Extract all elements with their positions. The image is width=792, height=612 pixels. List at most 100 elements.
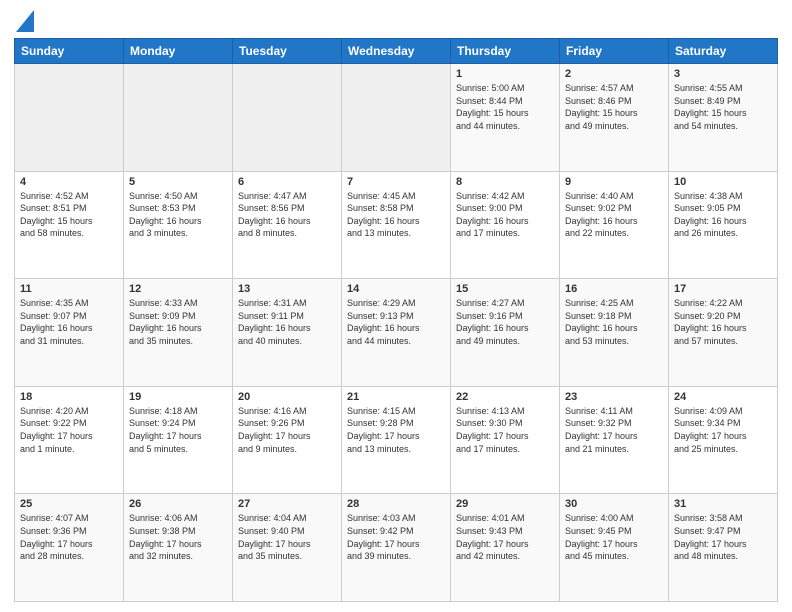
calendar-cell: 16 Sunrise: 4:25 AM Sunset: 9:18 PM Dayli…	[560, 279, 669, 387]
calendar-cell: 26 Sunrise: 4:06 AM Sunset: 9:38 PM Dayli…	[124, 494, 233, 602]
day-info: Sunrise: 4:40 AM Sunset: 9:02 PM Dayligh…	[565, 190, 663, 240]
day-number: 20	[238, 391, 336, 403]
day-number: 11	[20, 283, 118, 295]
day-number: 18	[20, 391, 118, 403]
day-info: Sunrise: 4:22 AM Sunset: 9:20 PM Dayligh…	[674, 297, 772, 347]
calendar-cell: 11 Sunrise: 4:35 AM Sunset: 9:07 PM Dayli…	[15, 279, 124, 387]
day-info: Sunrise: 4:29 AM Sunset: 9:13 PM Dayligh…	[347, 297, 445, 347]
day-info: Sunrise: 4:20 AM Sunset: 9:22 PM Dayligh…	[20, 405, 118, 455]
calendar-cell: 5 Sunrise: 4:50 AM Sunset: 8:53 PM Daylig…	[124, 171, 233, 279]
logo	[14, 10, 34, 32]
day-number: 7	[347, 176, 445, 188]
day-info: Sunrise: 4:52 AM Sunset: 8:51 PM Dayligh…	[20, 190, 118, 240]
header-saturday: Saturday	[669, 39, 778, 64]
calendar-cell: 13 Sunrise: 4:31 AM Sunset: 9:11 PM Dayli…	[233, 279, 342, 387]
calendar-cell: 2 Sunrise: 4:57 AM Sunset: 8:46 PM Daylig…	[560, 64, 669, 172]
day-number: 17	[674, 283, 772, 295]
day-info: Sunrise: 4:47 AM Sunset: 8:56 PM Dayligh…	[238, 190, 336, 240]
calendar-table: SundayMondayTuesdayWednesdayThursdayFrid…	[14, 38, 778, 602]
calendar-cell: 9Sunrise: 4:40 AM Sunset: 9:02 PM Daylig…	[560, 171, 669, 279]
calendar-cell: 20 Sunrise: 4:16 AM Sunset: 9:26 PM Dayli…	[233, 386, 342, 494]
day-number: 6	[238, 176, 336, 188]
day-number: 1	[456, 68, 554, 80]
calendar-cell: 12 Sunrise: 4:33 AM Sunset: 9:09 PM Dayli…	[124, 279, 233, 387]
calendar-cell: 30Sunrise: 4:00 AM Sunset: 9:45 PM Dayli…	[560, 494, 669, 602]
calendar-cell: 3 Sunrise: 4:55 AM Sunset: 8:49 PM Daylig…	[669, 64, 778, 172]
calendar-cell: 6 Sunrise: 4:47 AM Sunset: 8:56 PM Daylig…	[233, 171, 342, 279]
day-number: 10	[674, 176, 772, 188]
logo-top	[14, 10, 34, 32]
day-number: 31	[674, 498, 772, 510]
calendar-cell: 31Sunrise: 3:58 AM Sunset: 9:47 PM Dayli…	[669, 494, 778, 602]
day-info: Sunrise: 4:11 AM Sunset: 9:32 PM Dayligh…	[565, 405, 663, 455]
week-row-1: 1 Sunrise: 5:00 AM Sunset: 8:44 PM Daylig…	[15, 64, 778, 172]
day-number: 24	[674, 391, 772, 403]
day-number: 16	[565, 283, 663, 295]
week-row-2: 4 Sunrise: 4:52 AM Sunset: 8:51 PM Daylig…	[15, 171, 778, 279]
calendar-header-row: SundayMondayTuesdayWednesdayThursdayFrid…	[15, 39, 778, 64]
calendar-cell: 4 Sunrise: 4:52 AM Sunset: 8:51 PM Daylig…	[15, 171, 124, 279]
header-friday: Friday	[560, 39, 669, 64]
calendar-cell: 23 Sunrise: 4:11 AM Sunset: 9:32 PM Dayli…	[560, 386, 669, 494]
calendar-cell	[233, 64, 342, 172]
day-number: 3	[674, 68, 772, 80]
day-info: Sunrise: 4:01 AM Sunset: 9:43 PM Dayligh…	[456, 512, 554, 562]
header-wednesday: Wednesday	[342, 39, 451, 64]
day-number: 12	[129, 283, 227, 295]
calendar-cell: 7 Sunrise: 4:45 AM Sunset: 8:58 PM Daylig…	[342, 171, 451, 279]
header-monday: Monday	[124, 39, 233, 64]
day-info: Sunrise: 4:50 AM Sunset: 8:53 PM Dayligh…	[129, 190, 227, 240]
day-number: 30	[565, 498, 663, 510]
calendar-cell: 10 Sunrise: 4:38 AM Sunset: 9:05 PM Dayli…	[669, 171, 778, 279]
day-number: 14	[347, 283, 445, 295]
logo-wrapper	[14, 10, 34, 32]
day-info: Sunrise: 4:33 AM Sunset: 9:09 PM Dayligh…	[129, 297, 227, 347]
day-number: 8	[456, 176, 554, 188]
calendar-cell: 14 Sunrise: 4:29 AM Sunset: 9:13 PM Dayli…	[342, 279, 451, 387]
day-number: 21	[347, 391, 445, 403]
day-info: Sunrise: 4:13 AM Sunset: 9:30 PM Dayligh…	[456, 405, 554, 455]
header	[14, 10, 778, 32]
day-info: Sunrise: 4:57 AM Sunset: 8:46 PM Dayligh…	[565, 82, 663, 132]
day-number: 2	[565, 68, 663, 80]
day-number: 23	[565, 391, 663, 403]
calendar-cell: 27 Sunrise: 4:04 AM Sunset: 9:40 PM Dayli…	[233, 494, 342, 602]
day-info: Sunrise: 4:09 AM Sunset: 9:34 PM Dayligh…	[674, 405, 772, 455]
day-number: 27	[238, 498, 336, 510]
day-info: Sunrise: 4:35 AM Sunset: 9:07 PM Dayligh…	[20, 297, 118, 347]
week-row-3: 11 Sunrise: 4:35 AM Sunset: 9:07 PM Dayli…	[15, 279, 778, 387]
calendar-cell: 17 Sunrise: 4:22 AM Sunset: 9:20 PM Dayli…	[669, 279, 778, 387]
day-info: Sunrise: 4:45 AM Sunset: 8:58 PM Dayligh…	[347, 190, 445, 240]
day-info: Sunrise: 4:04 AM Sunset: 9:40 PM Dayligh…	[238, 512, 336, 562]
day-info: Sunrise: 4:25 AM Sunset: 9:18 PM Dayligh…	[565, 297, 663, 347]
calendar-cell: 28 Sunrise: 4:03 AM Sunset: 9:42 PM Dayli…	[342, 494, 451, 602]
day-info: Sunrise: 4:15 AM Sunset: 9:28 PM Dayligh…	[347, 405, 445, 455]
day-number: 19	[129, 391, 227, 403]
page: SundayMondayTuesdayWednesdayThursdayFrid…	[0, 0, 792, 612]
calendar-cell	[342, 64, 451, 172]
day-info: Sunrise: 4:38 AM Sunset: 9:05 PM Dayligh…	[674, 190, 772, 240]
day-info: Sunrise: 4:06 AM Sunset: 9:38 PM Dayligh…	[129, 512, 227, 562]
header-thursday: Thursday	[451, 39, 560, 64]
day-info: Sunrise: 5:00 AM Sunset: 8:44 PM Dayligh…	[456, 82, 554, 132]
calendar-cell: 19Sunrise: 4:18 AM Sunset: 9:24 PM Dayli…	[124, 386, 233, 494]
calendar-cell: 21 Sunrise: 4:15 AM Sunset: 9:28 PM Dayli…	[342, 386, 451, 494]
day-info: Sunrise: 4:31 AM Sunset: 9:11 PM Dayligh…	[238, 297, 336, 347]
calendar-cell: 22Sunrise: 4:13 AM Sunset: 9:30 PM Dayli…	[451, 386, 560, 494]
calendar-cell	[124, 64, 233, 172]
calendar-cell: 1 Sunrise: 5:00 AM Sunset: 8:44 PM Daylig…	[451, 64, 560, 172]
calendar-cell: 18 Sunrise: 4:20 AM Sunset: 9:22 PM Dayli…	[15, 386, 124, 494]
week-row-4: 18 Sunrise: 4:20 AM Sunset: 9:22 PM Dayli…	[15, 386, 778, 494]
day-info: Sunrise: 4:16 AM Sunset: 9:26 PM Dayligh…	[238, 405, 336, 455]
day-number: 26	[129, 498, 227, 510]
day-info: Sunrise: 4:42 AM Sunset: 9:00 PM Dayligh…	[456, 190, 554, 240]
day-info: Sunrise: 4:07 AM Sunset: 9:36 PM Dayligh…	[20, 512, 118, 562]
day-info: Sunrise: 4:55 AM Sunset: 8:49 PM Dayligh…	[674, 82, 772, 132]
day-number: 13	[238, 283, 336, 295]
day-number: 25	[20, 498, 118, 510]
logo-icon	[16, 10, 34, 32]
day-number: 28	[347, 498, 445, 510]
day-number: 5	[129, 176, 227, 188]
day-info: Sunrise: 4:03 AM Sunset: 9:42 PM Dayligh…	[347, 512, 445, 562]
day-number: 4	[20, 176, 118, 188]
